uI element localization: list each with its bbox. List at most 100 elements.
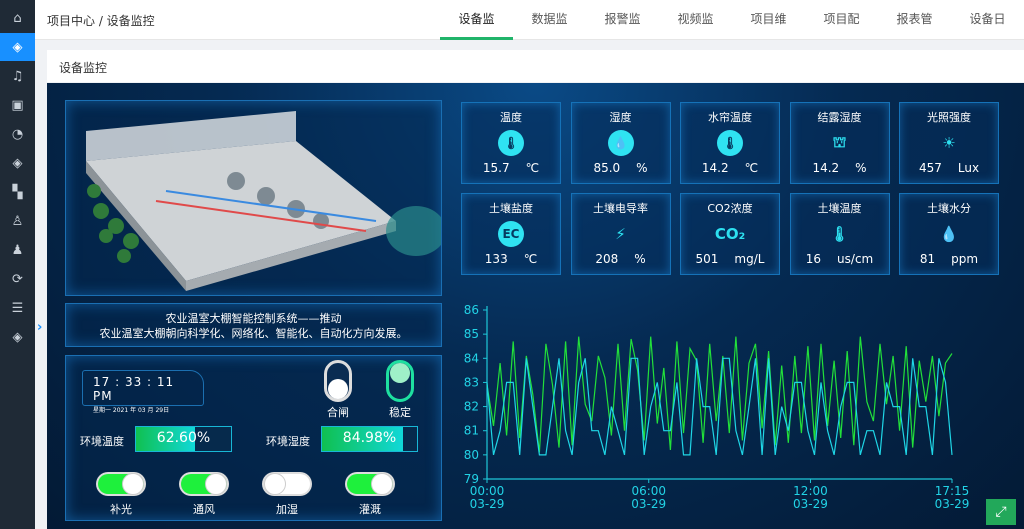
sensor-unit: mg/L xyxy=(734,252,765,266)
sensor-reading: 16 us/cm xyxy=(791,252,889,266)
tab-3[interactable]: 报警监控 xyxy=(586,0,659,64)
sensor-label: 土壤电导率 xyxy=(593,202,648,215)
sensor-label: 土壤水分 xyxy=(927,202,971,215)
toggle-label: 加湿 xyxy=(276,503,298,516)
clock-time: 17 : 33 : 11 PM xyxy=(93,375,175,403)
sensor-unit: % xyxy=(634,252,646,266)
droplet-icon: 💧 xyxy=(607,130,634,156)
sidebar-item-10[interactable]: ⟳ xyxy=(0,265,35,293)
sensor-card: 温度 🌡 15.7 ℃ xyxy=(461,102,561,184)
toggle-knob xyxy=(122,473,144,495)
sensor-card: 湿度 💧 85.0% xyxy=(570,102,671,184)
status-label: 合闸 xyxy=(327,406,349,419)
sensor-value: 16 xyxy=(805,252,822,266)
slogan-line-2: 农业温室大棚朝向科学化、网络化、智能化、自动化方向发展。 xyxy=(99,327,408,340)
y-tick-label: 84 xyxy=(464,351,479,365)
series-cyan-line xyxy=(486,357,953,456)
toggle-3[interactable] xyxy=(262,472,312,496)
sidebar-item-11[interactable]: ☰ xyxy=(0,294,35,322)
tab-4[interactable]: 视频监控 xyxy=(659,0,732,64)
sidebar-item-7[interactable]: ▚ xyxy=(0,178,35,206)
sidebar-item-5[interactable]: ◔ xyxy=(0,120,35,148)
thermometer-icon: 🌡 xyxy=(717,130,743,156)
clock-date: 星期一 2021 年 03 月 29日 xyxy=(93,407,170,414)
tab-2[interactable]: 数据监控 xyxy=(513,0,586,64)
x-tick-label-time: 17:15 xyxy=(935,484,970,498)
breadcrumb: 项目中心 / 设备监控 xyxy=(47,14,155,28)
top-bar: 项目中心 / 设备监控 设备监控数据监控报警监控视频监控项目维保项目配置报表管理… xyxy=(35,0,1024,64)
sensor-unit: ℃ xyxy=(523,252,538,266)
water-drops-icon: 💧 xyxy=(939,225,959,243)
sun-icon: ☀ xyxy=(942,134,956,152)
sidebar-item-1[interactable]: ⌂ xyxy=(0,4,35,32)
sensor-reading: 208% xyxy=(572,252,670,266)
sidebar-item-6[interactable]: ◈ xyxy=(0,149,35,177)
sensor-card: 水帘温度 🌡 14.2 ℃ xyxy=(680,102,780,184)
sensor-card: 土壤盐度 EC 133 ℃ xyxy=(461,193,561,275)
y-tick-label: 85 xyxy=(464,327,479,341)
y-tick-label: 83 xyxy=(464,375,479,389)
status-indicator-2 xyxy=(386,360,414,402)
x-tick-label-date: 03-29 xyxy=(631,497,666,511)
sensor-value: 15.7 xyxy=(482,161,510,175)
sidebar-item-2[interactable]: ◈ xyxy=(0,33,35,61)
tab-7[interactable]: 报表管理 xyxy=(878,0,951,64)
layers-icon: ◈ xyxy=(12,155,23,171)
slogan-panel: 农业温室大棚智能控制系统——推动 农业温室大棚朝向科学化、网络化、智能化、自动化… xyxy=(65,303,442,347)
toggle-knob xyxy=(264,473,286,495)
layers-icon: ◈ xyxy=(12,39,23,55)
toggle-track xyxy=(264,473,310,495)
tab-8[interactable]: 设备日志 xyxy=(951,0,1024,64)
sensor-reading: 501 mg/L xyxy=(681,252,779,266)
fullscreen-button[interactable]: ⤢ xyxy=(986,499,1016,525)
user-icon: ♙ xyxy=(11,213,24,229)
x-tick-label-time: 06:00 xyxy=(631,484,666,498)
sensor-unit: us/cm xyxy=(837,252,874,266)
toggle-2[interactable] xyxy=(179,472,229,496)
soil-temp-icon: 🌡 xyxy=(829,225,850,243)
env-value: 62.60% xyxy=(156,430,211,446)
sensor-value: 133 xyxy=(484,252,508,266)
toggle-label: 通风 xyxy=(193,503,215,516)
sensor-label: 温度 xyxy=(500,111,522,124)
control-panel: 17 : 33 : 11 PM 星期一 2021 年 03 月 29日 合闸 稳定… xyxy=(65,355,442,521)
sensor-value: 501 xyxy=(695,252,719,266)
sensor-reading: 15.7 ℃ xyxy=(462,161,560,175)
indicator-knob xyxy=(328,379,348,399)
greenhouse-image xyxy=(65,100,446,296)
tab-5[interactable]: 项目维保 xyxy=(732,0,805,64)
sensor-reading: 14.2 ℃ xyxy=(681,161,779,175)
slogan-line-1: 农业温室大棚智能控制系统——推动 xyxy=(165,312,342,325)
cube-icon: ▣ xyxy=(11,97,24,113)
sensor-label: 湿度 xyxy=(609,111,632,124)
sidebar-item-8[interactable]: ♙ xyxy=(0,207,35,235)
tab-6[interactable]: 项目配置 xyxy=(805,0,878,64)
sidebar-item-4[interactable]: ▣ xyxy=(0,91,35,119)
co2-icon: CO₂ xyxy=(714,225,746,243)
toggle-knob xyxy=(371,473,393,495)
sensor-card: 光照强度 ☀ 457 Lux xyxy=(899,102,999,184)
clock-widget: 17 : 33 : 11 PM 星期一 2021 年 03 月 29日 xyxy=(82,370,204,414)
x-tick-label-time: 12:00 xyxy=(793,484,828,498)
toggle-track xyxy=(347,473,393,495)
sensor-card: 土壤水分 💧 81 ppm xyxy=(899,193,999,275)
sensor-reading: 81 ppm xyxy=(900,252,998,266)
list-icon: ☰ xyxy=(11,300,24,316)
sidebar-item-12[interactable]: ◈ xyxy=(0,323,35,351)
indicator-knob xyxy=(390,363,410,383)
x-tick-label-time: 00:00 xyxy=(470,484,505,498)
toggle-4[interactable] xyxy=(345,472,395,496)
sensor-card: 土壤电导率 ⚡ 208% xyxy=(570,193,671,275)
toggle-label: 补光 xyxy=(110,503,132,516)
status-label: 稳定 xyxy=(389,406,411,419)
sensor-value: 85.0 xyxy=(593,161,621,175)
collapse-sidebar-icon[interactable]: › xyxy=(37,320,42,335)
x-tick-label-date: 03-29 xyxy=(793,497,828,511)
sidebar-item-9[interactable]: ♟ xyxy=(0,236,35,264)
sidebar-item-3[interactable]: ♫ xyxy=(0,62,35,90)
refresh-icon: ⟳ xyxy=(12,271,23,287)
layers-icon: ◈ xyxy=(12,329,23,345)
sensor-value: 14.2 xyxy=(812,161,840,175)
toggle-1[interactable] xyxy=(96,472,146,496)
tab-1[interactable]: 设备监控 xyxy=(440,0,513,64)
